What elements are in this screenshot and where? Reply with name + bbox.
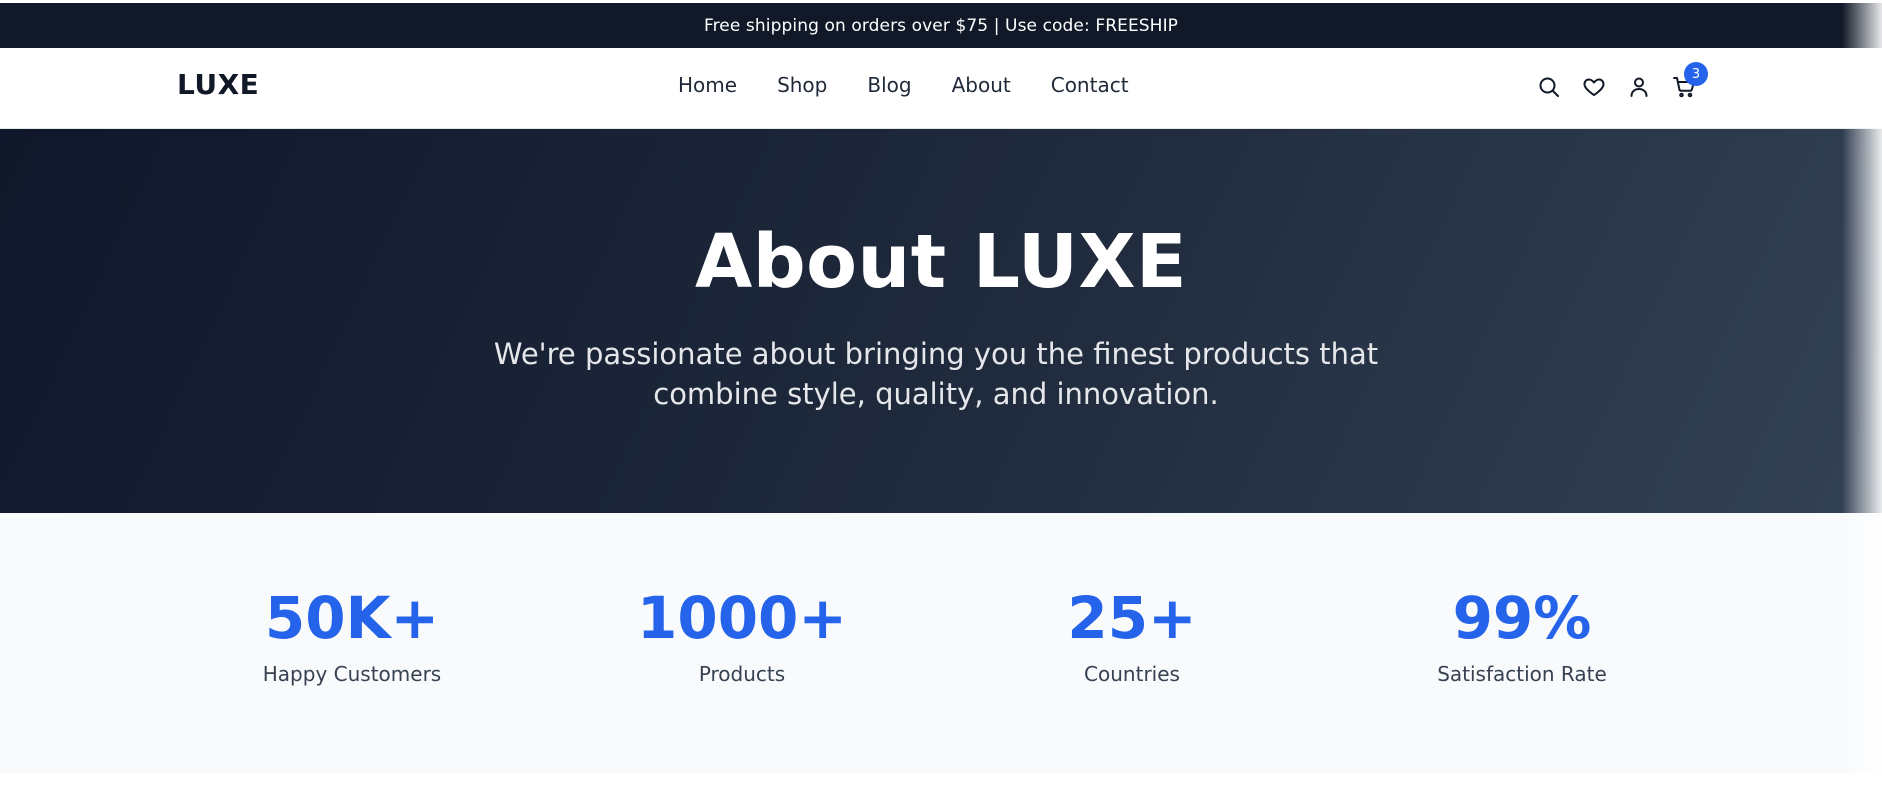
stat-happy-customers: 50K+ Happy Customers — [192, 589, 512, 686]
nav-home-link[interactable]: Home — [678, 73, 737, 97]
hero-subtitle: We're passionate about bringing you the … — [493, 337, 1379, 411]
announcement-text: Free shipping on orders over $75 | Use c… — [703, 15, 1179, 36]
stat-value: 50K+ — [264, 584, 440, 652]
site-logo[interactable]: LUXE — [177, 68, 259, 101]
main-nav: Home Shop Blog About Contact — [678, 73, 1169, 97]
site-header: LUXE Home Shop Blog About Contact 3 — [0, 48, 1882, 129]
hero-title: About LUXE — [694, 219, 1188, 305]
stat-satisfaction-rate: 99% Satisfaction Rate — [1362, 589, 1682, 686]
about-hero: About LUXE We're passionate about bringi… — [0, 129, 1882, 513]
stat-label: Happy Customers — [262, 662, 442, 686]
search-button[interactable] — [1536, 74, 1562, 100]
stat-products: 1000+ Products — [582, 589, 902, 686]
stat-label: Countries — [1084, 662, 1180, 686]
stat-label: Products — [698, 662, 786, 686]
account-button[interactable] — [1626, 74, 1652, 100]
cart-button[interactable]: 3 — [1671, 62, 1708, 100]
header-icons: 3 — [1536, 62, 1716, 100]
stat-label: Satisfaction Rate — [1437, 662, 1607, 686]
wishlist-button[interactable] — [1581, 74, 1607, 100]
heart-icon — [1583, 78, 1605, 96]
nav-about-link[interactable]: About — [952, 73, 1011, 97]
search-icon — [1539, 77, 1559, 97]
nav-shop-link[interactable]: Shop — [777, 73, 827, 97]
stat-countries: 25+ Countries — [972, 589, 1292, 686]
stats-section: 50K+ Happy Customers 1000+ Products 25+ … — [0, 513, 1882, 773]
nav-contact-link[interactable]: Contact — [1051, 73, 1129, 97]
announcement-bar: Free shipping on orders over $75 | Use c… — [0, 3, 1882, 48]
page: Free shipping on orders over $75 | Use c… — [0, 0, 1882, 805]
stat-value: 1000+ — [636, 584, 848, 652]
cart-count-badge: 3 — [1684, 62, 1708, 86]
user-icon — [1630, 77, 1648, 97]
stat-value: 99% — [1452, 584, 1592, 652]
nav-blog-link[interactable]: Blog — [867, 73, 911, 97]
stat-value: 25+ — [1067, 584, 1197, 652]
